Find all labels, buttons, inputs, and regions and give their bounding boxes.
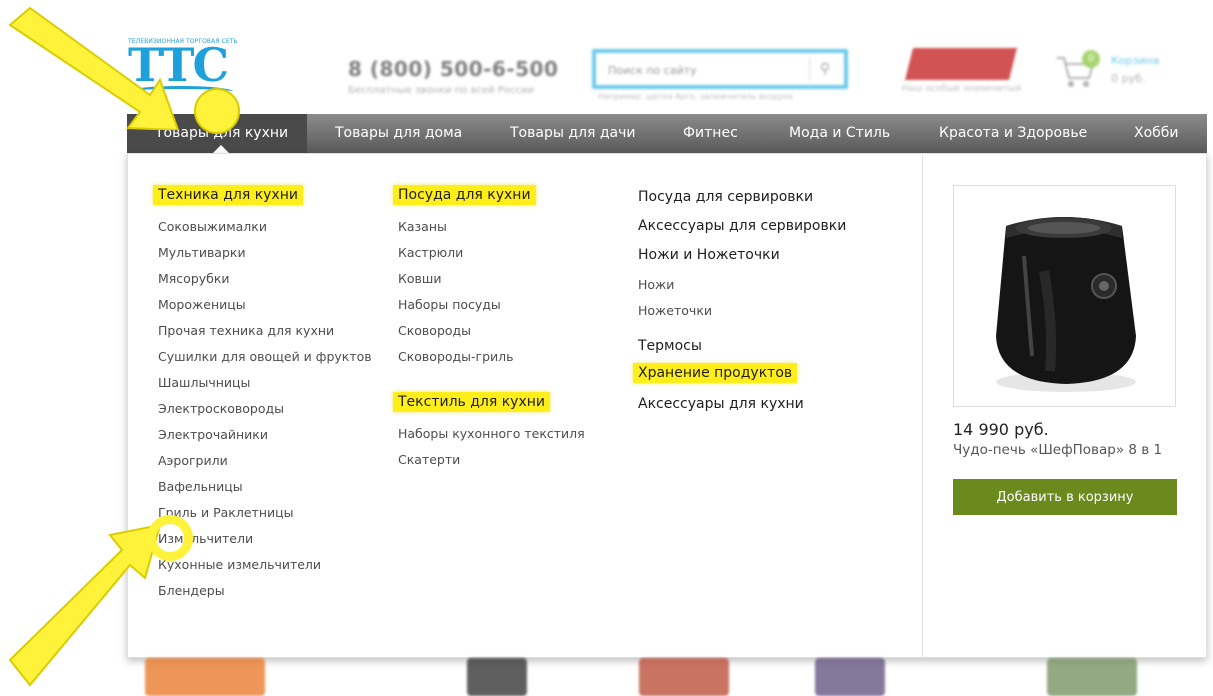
product-price: 14 990 руб. (953, 420, 1049, 439)
menu-link[interactable]: Вафельницы (158, 479, 243, 494)
annotation-dot-icon (194, 88, 240, 134)
heading-kitchen-textile[interactable]: Текстиль для кухни (393, 392, 550, 412)
nav-item-fashion[interactable]: Мода и Стиль (789, 114, 890, 153)
promo-note: Наш особый знаменитый (902, 84, 1022, 94)
menu-link[interactable]: Мясорубки (158, 271, 230, 286)
product-thumbnail[interactable] (1047, 658, 1137, 696)
cart-label[interactable]: Корзина (1111, 54, 1159, 67)
menu-link[interactable]: Скатерти (398, 452, 460, 467)
menu-link[interactable]: Аксессуары для сервировки (638, 218, 846, 234)
nav-item-home[interactable]: Товары для дома (335, 114, 462, 153)
menu-link[interactable]: Ножи (638, 277, 674, 292)
cart-count-badge: 0 (1082, 50, 1100, 68)
search-icon[interactable]: ⚲ (809, 57, 840, 81)
promo-logo[interactable] (905, 48, 1017, 80)
product-thumbnails-strip (127, 658, 1207, 696)
heading-cookware[interactable]: Посуда для кухни (393, 185, 536, 205)
menu-link[interactable]: Сковороды (398, 323, 471, 338)
mega-menu: Техника для кухни Соковыжималки Мультива… (127, 153, 1207, 659)
search-input[interactable] (606, 59, 800, 81)
cart-sum: 0 руб. (1111, 72, 1146, 85)
product-thumbnail[interactable] (815, 658, 885, 696)
menu-link[interactable]: Шашлычницы (158, 375, 250, 390)
menu-link[interactable]: Сушилки для овощей и фруктов (158, 349, 372, 364)
menu-link[interactable]: Термосы (638, 338, 702, 354)
heading-label: Посуда для кухни (393, 185, 536, 205)
heading-label: Хранение продуктов (633, 363, 798, 383)
menu-divider (922, 154, 923, 659)
menu-link[interactable]: Электросковороды (158, 401, 284, 416)
nav-item-garden[interactable]: Товары для дачи (510, 114, 635, 153)
menu-link[interactable]: Прочая техника для кухни (158, 323, 334, 338)
product-thumbnail[interactable] (467, 658, 527, 696)
menu-link[interactable]: Наборы посуды (398, 297, 501, 312)
search-example: Например: щетка Арго, увлажнитель воздух… (598, 92, 793, 101)
phone-note: Бесплатные звонки по всей России (348, 85, 534, 96)
heading-label: Техника для кухни (153, 185, 303, 205)
menu-link[interactable]: Наборы кухонного текстиля (398, 426, 585, 441)
nav-item-hobby[interactable]: Хобби (1134, 114, 1179, 153)
menu-link[interactable]: Ножи и Ножеточки (638, 247, 780, 263)
annotation-ring-icon (147, 515, 193, 561)
add-to-cart-button[interactable]: Добавить в корзину (953, 479, 1177, 515)
menu-link[interactable]: Сковороды-гриль (398, 349, 514, 364)
heading-kitchen-appliances[interactable]: Техника для кухни (153, 185, 303, 205)
menu-link[interactable]: Ножеточки (638, 303, 712, 318)
heading-label: Текстиль для кухни (393, 392, 550, 412)
menu-link[interactable]: Мультиварки (158, 245, 246, 260)
nav-active-pointer (213, 145, 229, 153)
phone-number[interactable]: 8 (800) 500-6-500 (348, 57, 558, 81)
product-thumbnail[interactable] (639, 658, 729, 696)
menu-link[interactable]: Аэрогрили (158, 453, 228, 468)
menu-link[interactable]: Мороженицы (158, 297, 246, 312)
product-image[interactable] (953, 185, 1176, 407)
product-name[interactable]: Чудо-печь «ШефПовар» 8 в 1 (953, 442, 1162, 458)
phone-block: 8 (800) 500-6-500 Бесплатные звонки по в… (348, 57, 558, 96)
menu-link[interactable]: Ковши (398, 271, 441, 286)
main-nav: Товары для кухни Товары для дома Товары … (127, 114, 1207, 153)
nav-item-fitness[interactable]: Фитнес (683, 114, 738, 153)
menu-link[interactable]: Посуда для сервировки (638, 189, 813, 205)
menu-link[interactable]: Кастрюли (398, 245, 463, 260)
menu-link[interactable]: Аксессуары для кухни (638, 396, 804, 412)
nav-item-beauty[interactable]: Красота и Здоровье (939, 114, 1087, 153)
heading-food-storage[interactable]: Хранение продуктов (633, 363, 798, 383)
menu-link[interactable]: Электрочайники (158, 427, 268, 442)
air-fryer-icon (996, 217, 1136, 392)
menu-link[interactable]: Соковыжималки (158, 219, 267, 234)
search-box: ⚲ (592, 49, 848, 89)
menu-link[interactable]: Казаны (398, 219, 447, 234)
